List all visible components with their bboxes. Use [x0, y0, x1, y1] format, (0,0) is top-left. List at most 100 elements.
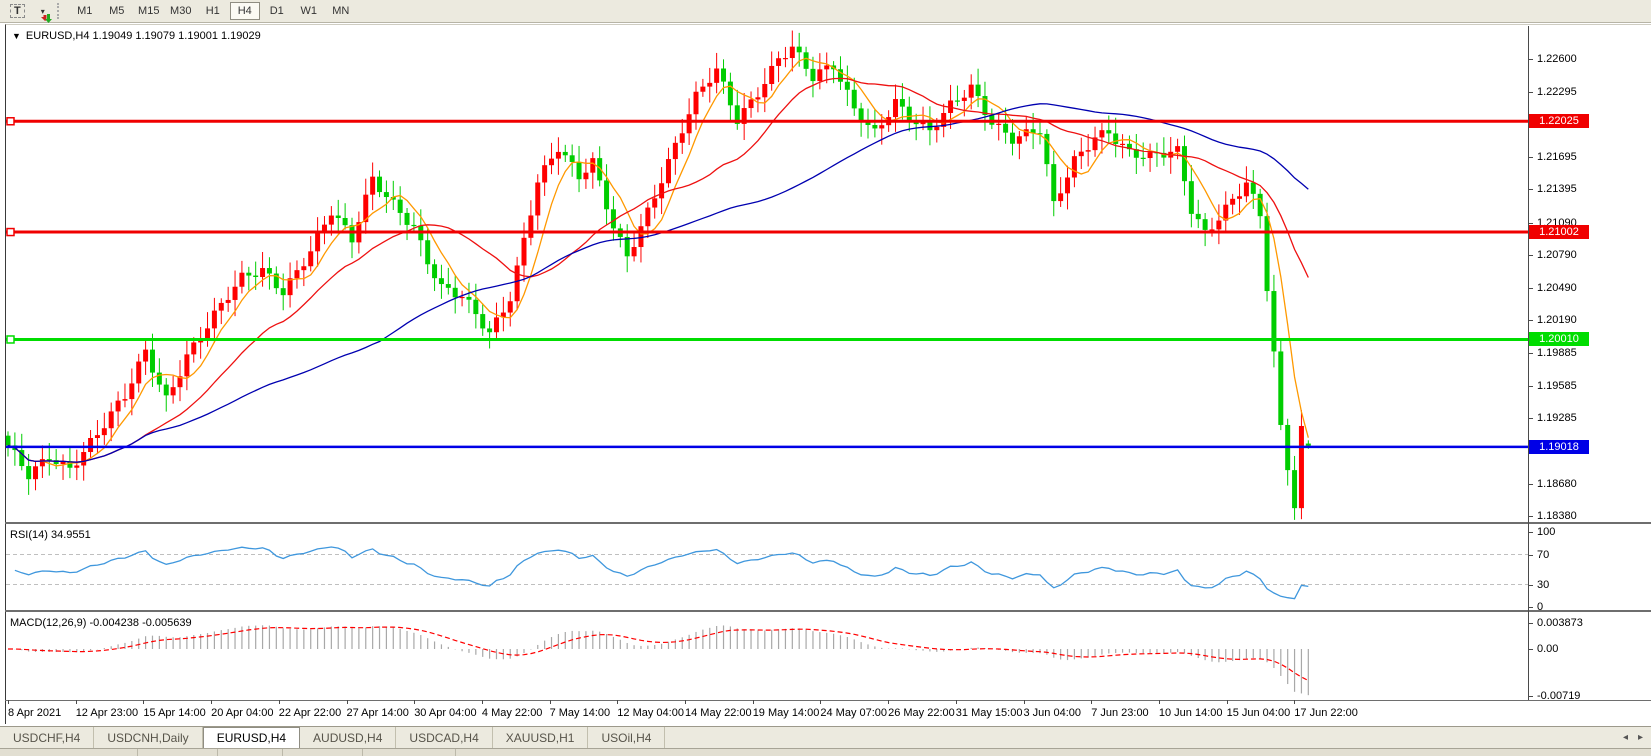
- chart-tab-eurusd-h4[interactable]: EURUSD,H4: [203, 727, 300, 748]
- time-tick: [1294, 700, 1295, 704]
- timeframe-button-h1[interactable]: H1: [198, 2, 228, 20]
- pane-divider-timeaxis: [5, 700, 1651, 701]
- time-tick: [8, 700, 9, 704]
- price-axis-label: 1.20790: [1537, 249, 1577, 261]
- status-bar-separator: [282, 749, 283, 756]
- time-tick: [76, 700, 77, 704]
- price-tick: [1528, 189, 1533, 190]
- chart-menu-icon[interactable]: ▼: [12, 31, 21, 41]
- timeframe-button-d1[interactable]: D1: [262, 2, 292, 20]
- macd-tick: [1528, 696, 1533, 697]
- price-tick: [1528, 386, 1533, 387]
- tab-scroll-right-icon[interactable]: ▸: [1638, 732, 1643, 743]
- chart-tab-audusd-h4[interactable]: AUDUSD,H4: [300, 727, 396, 748]
- toolbar-grip: [57, 3, 63, 19]
- macd-label: MACD(12,26,9) -0.004238 -0.005639: [10, 617, 192, 629]
- status-bar-separator: [455, 749, 456, 756]
- status-bar-separator: [137, 749, 138, 756]
- rsi-indicator-canvas[interactable]: [6, 525, 1528, 610]
- chart-tab-usdcad-h4[interactable]: USDCAD,H4: [396, 727, 492, 748]
- support-price-label: 1.20010: [1529, 332, 1589, 346]
- macd-axis-label: 0.00: [1537, 643, 1558, 655]
- rsi-tick: [1528, 607, 1533, 608]
- price-tick: [1528, 516, 1533, 517]
- price-tick: [1528, 223, 1533, 224]
- price-axis-label: 1.19285: [1537, 412, 1577, 424]
- time-axis-label: 10 Jun 14:00: [1159, 707, 1223, 719]
- timeframe-button-m15[interactable]: M15: [134, 2, 164, 20]
- timeframe-button-h4[interactable]: H4: [230, 2, 260, 20]
- time-tick: [1159, 700, 1160, 704]
- price-axis-label: 1.18680: [1537, 478, 1577, 490]
- tab-scroll-left-icon[interactable]: ◂: [1623, 732, 1628, 743]
- rsi-axis-label: 30: [1537, 579, 1549, 591]
- time-tick: [143, 700, 144, 704]
- chart-tab-usdchf-h4[interactable]: USDCHF,H4: [0, 727, 94, 748]
- time-tick: [1091, 700, 1092, 704]
- price-tick: [1528, 92, 1533, 93]
- rsi-tick: [1528, 532, 1533, 533]
- pane-divider-rsi[interactable]: [5, 522, 1651, 524]
- price-tick: [1528, 59, 1533, 60]
- timeframe-button-mn[interactable]: MN: [326, 2, 356, 20]
- resistance-price-label: 1.22025: [1529, 114, 1589, 128]
- price-axis-label: 1.21395: [1537, 183, 1577, 195]
- time-tick: [279, 700, 280, 704]
- text-tool-button[interactable]: T: [4, 2, 31, 20]
- timeframe-button-m1[interactable]: M1: [70, 2, 100, 20]
- time-axis-label: 12 May 04:00: [617, 707, 684, 719]
- pane-divider-macd[interactable]: [5, 610, 1651, 612]
- time-axis-label: 3 Jun 04:00: [1024, 707, 1082, 719]
- timeframe-button-m30[interactable]: M30: [166, 2, 196, 20]
- chart-tab-usoil-h4[interactable]: USOil,H4: [588, 727, 665, 748]
- time-tick: [956, 700, 957, 704]
- resistance-price-label: 1.21002: [1529, 225, 1589, 239]
- timeframe-button-m5[interactable]: M5: [102, 2, 132, 20]
- macd-tick: [1528, 623, 1533, 624]
- chart-title-text: EURUSD,H4 1.19049 1.19079 1.19001 1.1902…: [26, 30, 261, 42]
- time-axis-label: 15 Jun 04:00: [1227, 707, 1291, 719]
- macd-indicator-canvas[interactable]: [6, 613, 1528, 700]
- time-tick: [888, 700, 889, 704]
- time-axis-label: 7 Jun 23:00: [1091, 707, 1149, 719]
- price-axis-label: 1.18380: [1537, 510, 1577, 522]
- price-chart-canvas[interactable]: [6, 26, 1528, 522]
- macd-axis-label: 0.003873: [1537, 617, 1583, 629]
- timeframe-button-w1[interactable]: W1: [294, 2, 324, 20]
- price-axis-label: 1.20490: [1537, 282, 1577, 294]
- toolbar: T ▾ M1M5M15M30H1H4D1W1MN: [0, 0, 1651, 23]
- price-tick: [1528, 255, 1533, 256]
- time-axis-label: 8 Apr 2021: [8, 707, 61, 719]
- time-tick: [211, 700, 212, 704]
- rsi-axis-label: 0: [1537, 601, 1543, 613]
- price-axis-label: 1.20190: [1537, 314, 1577, 326]
- time-axis-label: 20 Apr 04:00: [211, 707, 273, 719]
- time-axis-label: 31 May 15:00: [956, 707, 1023, 719]
- time-axis-label: 19 May 14:00: [753, 707, 820, 719]
- time-axis-label: 4 May 22:00: [482, 707, 543, 719]
- text-tool-icon: T: [10, 4, 25, 18]
- time-tick: [685, 700, 686, 704]
- rsi-axis-label: 100: [1537, 526, 1555, 538]
- chart-title: ▼ EURUSD,H4 1.19049 1.19079 1.19001 1.190…: [12, 30, 261, 42]
- macd-tick: [1528, 649, 1533, 650]
- price-axis-label: 1.19885: [1537, 347, 1577, 359]
- time-tick: [1024, 700, 1025, 704]
- chart-tab-bar: USDCHF,H4USDCNH,DailyEURUSD,H4AUDUSD,H4U…: [0, 726, 1651, 748]
- time-tick: [347, 700, 348, 704]
- price-tick: [1528, 288, 1533, 289]
- time-axis-label: 17 Jun 22:00: [1294, 707, 1358, 719]
- price-tick: [1528, 484, 1533, 485]
- timeframe-button-group: M1M5M15M30H1H4D1W1MN: [69, 2, 357, 20]
- rsi-axis-label: 70: [1537, 549, 1549, 561]
- price-axis-label: 1.22295: [1537, 86, 1577, 98]
- arrow-objects-button[interactable]: ▾: [33, 2, 51, 20]
- chart-tab-xauusd-h1[interactable]: XAUUSD,H1: [493, 727, 589, 748]
- rsi-label: RSI(14) 34.9551: [10, 529, 91, 541]
- status-bar-separator: [362, 749, 363, 756]
- time-tick: [1227, 700, 1228, 704]
- price-axis-label: 1.22600: [1537, 53, 1577, 65]
- status-bar-separator: [217, 749, 218, 756]
- chart-tab-usdcnh-daily[interactable]: USDCNH,Daily: [94, 727, 202, 748]
- time-axis-label: 24 May 07:00: [820, 707, 887, 719]
